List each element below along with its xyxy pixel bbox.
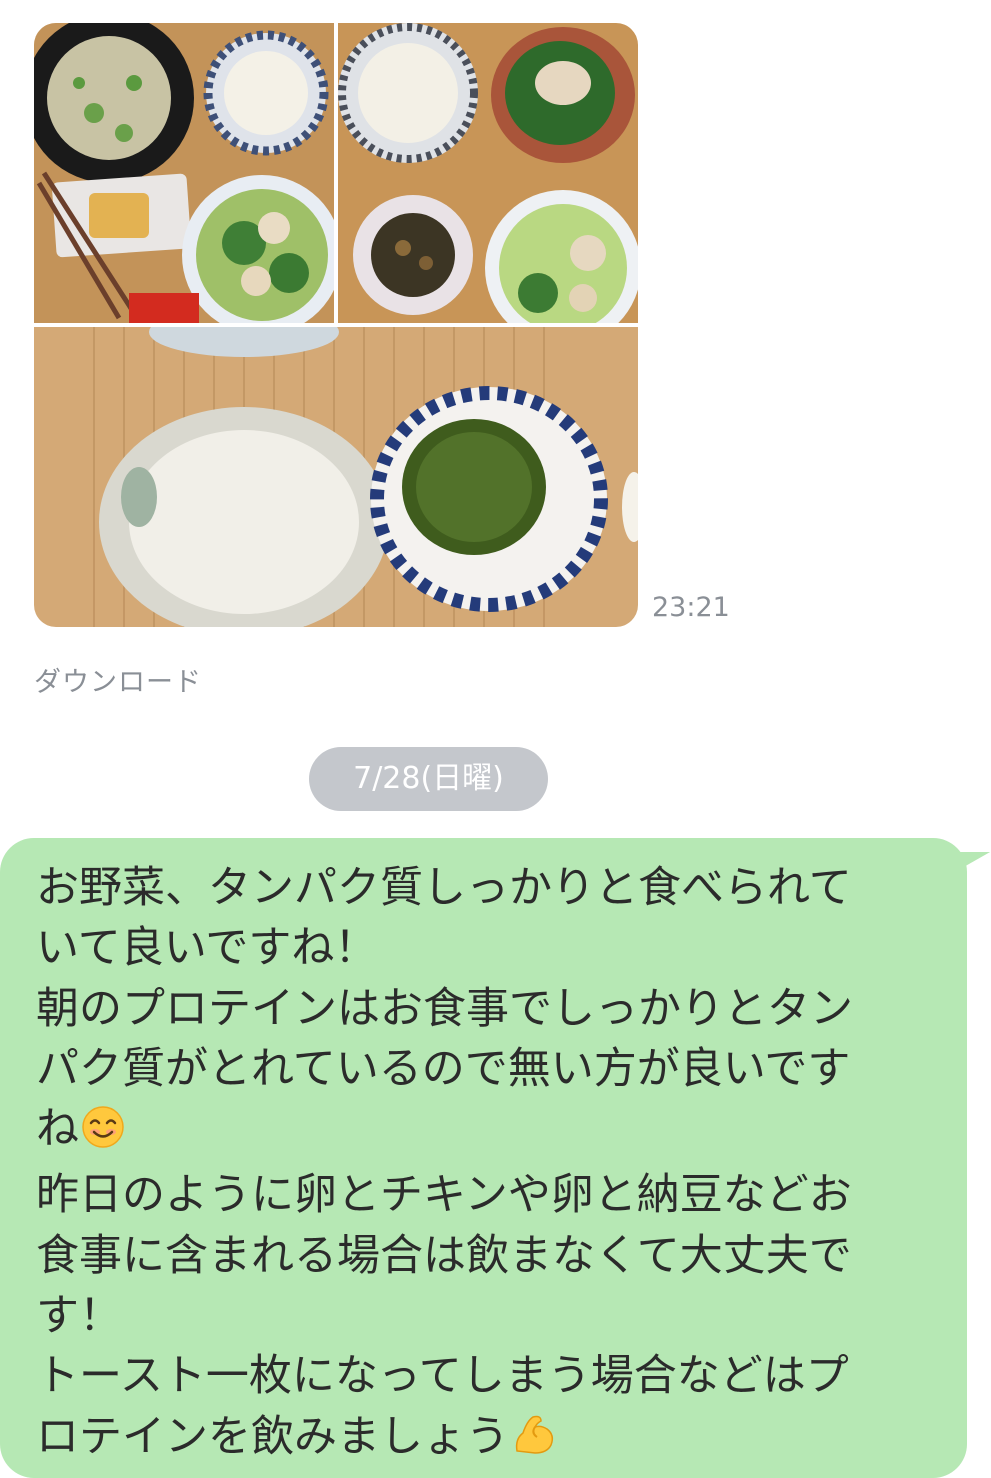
bubble-tail: [947, 852, 991, 876]
meal-photo-2-image: [338, 23, 638, 323]
meal-photo-3-image: [34, 327, 638, 627]
reply-line: す！: [36, 1291, 122, 1342]
reply-text: お野菜、タンパク質しっかりと食べられて いて良いですね！ 朝のプロテインはお食事…: [36, 858, 926, 1473]
reply-line: いて良いですね！: [36, 923, 378, 974]
meal-photo-1[interactable]: [34, 23, 334, 323]
reply-line-with-emoji: ね: [36, 1099, 926, 1165]
meal-photo-2[interactable]: [338, 23, 638, 323]
reply-line-with-emoji: ロテインを飲みましょう: [36, 1407, 926, 1473]
flexed-biceps-icon: [511, 1411, 557, 1473]
reply-line: ね: [36, 1104, 79, 1155]
reply-line: トースト一枚になってしまう場合などはプ: [36, 1351, 849, 1402]
reply-line: 食事に含まれる場合は飲まなくて大丈夫で: [36, 1230, 852, 1281]
reply-line: 朝のプロテインはお食事でしっかりとタン: [36, 983, 853, 1034]
reply-line: 昨日のように卵とチキンや卵と納豆などお: [36, 1170, 852, 1221]
smiling-face-icon: [81, 1105, 125, 1165]
reply-line: ロテインを飲みましょう: [36, 1411, 509, 1462]
image-collage[interactable]: [34, 23, 638, 627]
reply-line: パク質がとれているので無い方が良いです: [36, 1043, 851, 1094]
message-time: 23:21: [652, 592, 730, 623]
meal-photo-1-image: [34, 23, 334, 323]
meal-photo-3[interactable]: [34, 327, 638, 627]
reply-line: お野菜、タンパク質しっかりと食べられて: [36, 863, 852, 913]
date-separator: 7/28(日曜): [309, 747, 548, 811]
download-link[interactable]: ダウンロード: [34, 660, 202, 699]
